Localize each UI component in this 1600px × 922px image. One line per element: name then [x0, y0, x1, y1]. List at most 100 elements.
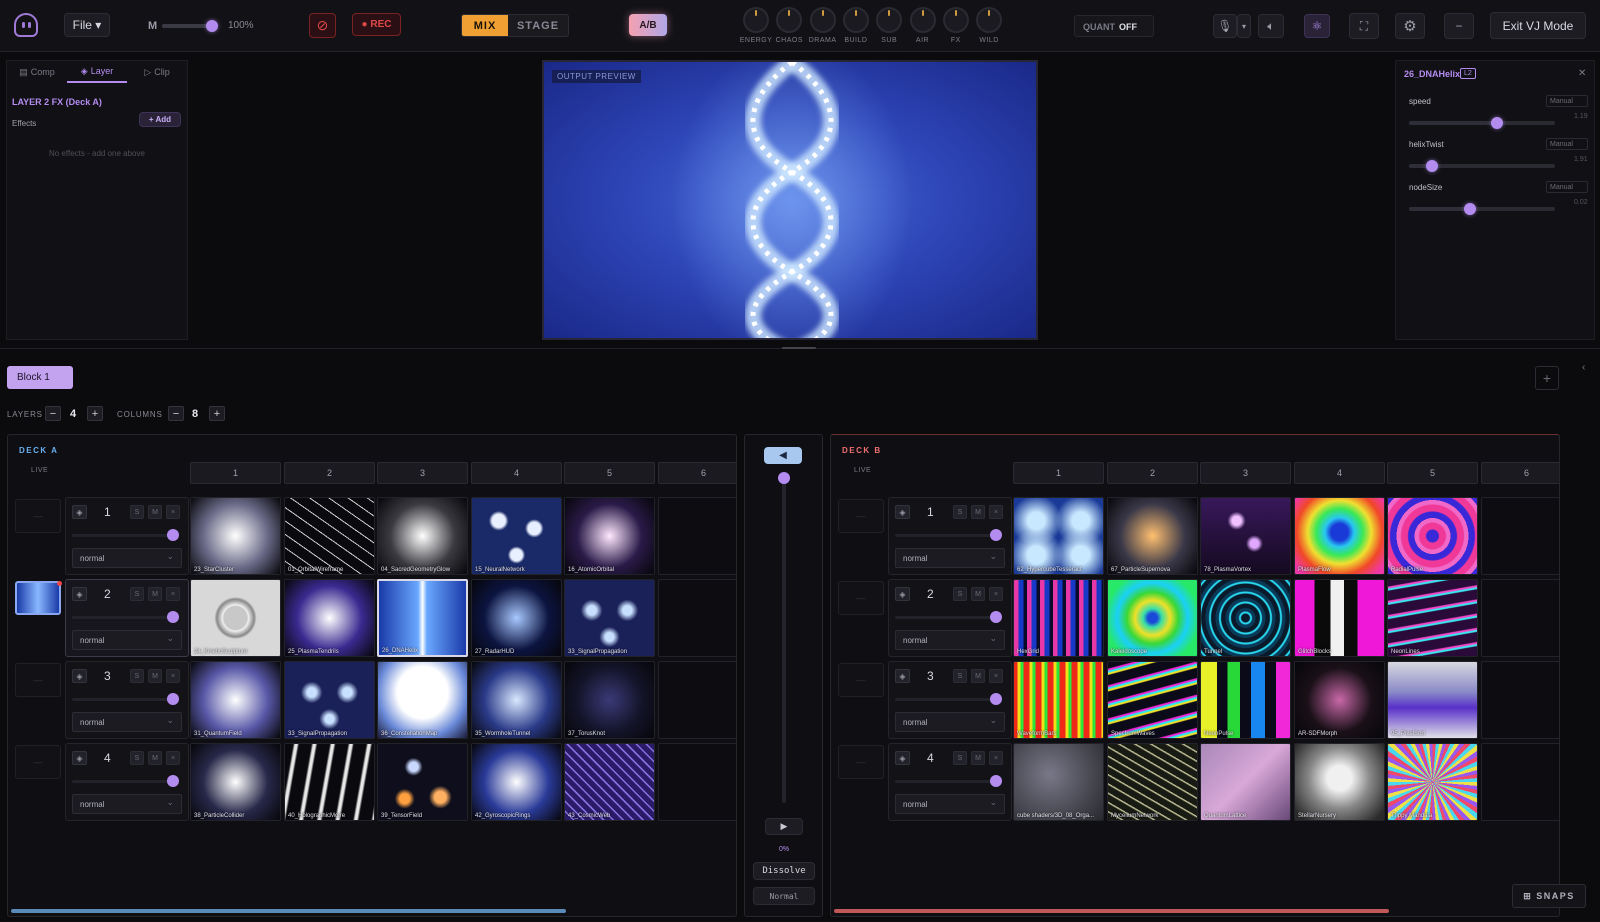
clear-button[interactable]: ×	[166, 751, 180, 765]
exit-vj-mode-button[interactable]: Exit VJ Mode	[1490, 12, 1586, 39]
clip-slot[interactable]: 26_DNAHelix	[377, 579, 468, 657]
param-mode-select[interactable]: Manual	[1546, 95, 1588, 107]
clip-slot[interactable]: WaveformBars	[1013, 661, 1104, 739]
clip-slot[interactable]: Tunnel	[1200, 579, 1291, 657]
clip-slot[interactable]: 36_ConstellationMap	[377, 661, 468, 739]
layer-opacity-track[interactable]	[72, 534, 172, 537]
deck-a-scrollbar[interactable]	[11, 909, 566, 913]
blend-mode-select[interactable]: normal	[895, 712, 1005, 732]
clip-slot[interactable]: 01_OrbitalWireframe	[284, 497, 375, 575]
layer-opacity-thumb[interactable]	[167, 529, 179, 541]
knob-build[interactable]	[842, 7, 869, 33]
settings-button[interactable]: ⚙	[1395, 13, 1425, 39]
column-header-1[interactable]: 1	[190, 462, 281, 484]
blend-mode-select[interactable]: normal	[895, 630, 1005, 650]
blend-mode-select[interactable]: normal	[72, 548, 182, 568]
empty-clip-slot[interactable]	[1481, 579, 1559, 657]
clip-slot[interactable]: 39_TensorField	[377, 743, 468, 821]
layer-icon[interactable]: ◈	[72, 587, 87, 601]
close-icon[interactable]: ✕	[1578, 68, 1586, 79]
layer-icon[interactable]: ◈	[72, 751, 87, 765]
block-tab[interactable]: Block 1	[7, 366, 73, 389]
clip-slot[interactable]: 37_TorusKnot	[564, 661, 655, 739]
column-header-6[interactable]: 6	[658, 462, 736, 484]
layer-live-preview[interactable]: —	[15, 745, 61, 779]
clip-slot[interactable]: 42_GyroscopicRings	[471, 743, 562, 821]
clip-slot[interactable]: QuantumLattice	[1200, 743, 1291, 821]
knob-air[interactable]	[909, 7, 936, 33]
clear-button[interactable]: ×	[166, 587, 180, 601]
mute-button[interactable]: M	[148, 669, 162, 683]
layer-live-preview[interactable]: —	[15, 663, 61, 697]
layer-icon[interactable]: ◈	[895, 505, 910, 519]
solo-button[interactable]: S	[130, 751, 144, 765]
mute-button[interactable]: M	[971, 587, 985, 601]
layer-opacity-thumb[interactable]	[990, 611, 1002, 623]
column-header-2[interactable]: 2	[284, 462, 375, 484]
transition-select[interactable]: Dissolve	[753, 862, 815, 880]
columns-decrement-button[interactable]: −	[168, 406, 184, 421]
mute-button[interactable]: M	[148, 751, 162, 765]
layer-opacity-track[interactable]	[895, 698, 995, 701]
clip-slot[interactable]: 78_PlasmaVortex	[1200, 497, 1291, 575]
clip-slot[interactable]: StellarNursery	[1294, 743, 1385, 821]
clip-slot[interactable]: AR-SDFMorph	[1294, 661, 1385, 739]
crossfade-to-a-button[interactable]: ◀	[764, 447, 802, 464]
clear-button[interactable]: ×	[166, 505, 180, 519]
columns-increment-button[interactable]: +	[209, 406, 225, 421]
layer-opacity-thumb[interactable]	[990, 775, 1002, 787]
blend-mode-select[interactable]: normal	[895, 794, 1005, 814]
layer-opacity-track[interactable]	[72, 698, 172, 701]
mode-mix-button[interactable]: MIX	[462, 15, 508, 36]
clip-slot[interactable]: 95_PixelSort	[1387, 661, 1478, 739]
param-slider-thumb[interactable]	[1426, 160, 1439, 172]
clear-button[interactable]: ×	[989, 587, 1003, 601]
clip-slot[interactable]: 25_PlasmaTendrils	[284, 579, 375, 657]
knob-drama[interactable]	[809, 7, 836, 33]
layers-increment-button[interactable]: +	[87, 406, 103, 421]
empty-clip-slot[interactable]	[658, 743, 736, 821]
layer-opacity-thumb[interactable]	[167, 611, 179, 623]
clip-slot[interactable]: 15_NeuralNetwork	[471, 497, 562, 575]
fullscreen-button[interactable]: ⛶	[1349, 13, 1379, 39]
record-button[interactable]: ● REC	[352, 13, 401, 36]
clip-slot[interactable]: GlitchBlocks	[1294, 579, 1385, 657]
solo-button[interactable]: S	[953, 751, 967, 765]
tab-comp[interactable]: ▤ Comp	[7, 61, 67, 83]
knob-chaos[interactable]	[776, 7, 803, 33]
clear-button[interactable]: ×	[989, 751, 1003, 765]
layer-live-preview[interactable]: —	[838, 581, 884, 615]
column-header-4[interactable]: 4	[471, 462, 562, 484]
clear-button[interactable]: ×	[989, 669, 1003, 683]
blend-mode-select[interactable]: normal	[72, 630, 182, 650]
clip-slot[interactable]: 04_SacredGeometryGlow	[377, 497, 468, 575]
empty-clip-slot[interactable]	[1481, 497, 1559, 575]
atom-button[interactable]: ⚛	[1304, 14, 1330, 38]
clip-slot[interactable]: 27_RadarHUD	[471, 579, 562, 657]
clip-slot[interactable]: 67_ParticleSupernova	[1107, 497, 1198, 575]
snaps-button[interactable]: ⊞ SNAPS	[1512, 884, 1586, 908]
layer-opacity-thumb[interactable]	[990, 529, 1002, 541]
add-effect-button[interactable]: + Add	[139, 112, 181, 127]
param-slider-thumb[interactable]	[1490, 117, 1503, 129]
clip-slot[interactable]: 35_WormholeTunnel	[471, 661, 562, 739]
crossfade-blend-select[interactable]: Normal	[753, 887, 815, 905]
clip-slot[interactable]: 38_ParticleCollider	[190, 743, 281, 821]
resize-handle[interactable]	[782, 347, 816, 349]
empty-clip-slot[interactable]	[658, 579, 736, 657]
collapse-chevron-icon[interactable]: ‹	[1582, 362, 1585, 373]
blend-mode-select[interactable]: normal	[72, 794, 182, 814]
clip-slot[interactable]: PlasmaFlow	[1294, 497, 1385, 575]
empty-clip-slot[interactable]	[1481, 743, 1559, 821]
clip-slot[interactable]: NeonPulse	[1200, 661, 1291, 739]
clip-slot[interactable]: RadialPulse	[1387, 497, 1478, 575]
layer-opacity-thumb[interactable]	[167, 775, 179, 787]
clip-slot[interactable]: 40_HolographicMoire	[284, 743, 375, 821]
solo-button[interactable]: S	[953, 587, 967, 601]
clip-slot[interactable]: NeonLines	[1387, 579, 1478, 657]
clip-slot[interactable]: 23_StarCluster	[190, 497, 281, 575]
add-block-button[interactable]: +	[1535, 366, 1559, 390]
crossfader-track[interactable]	[782, 475, 786, 803]
clip-slot[interactable]: HexGrid	[1013, 579, 1104, 657]
layer-opacity-track[interactable]	[895, 534, 995, 537]
